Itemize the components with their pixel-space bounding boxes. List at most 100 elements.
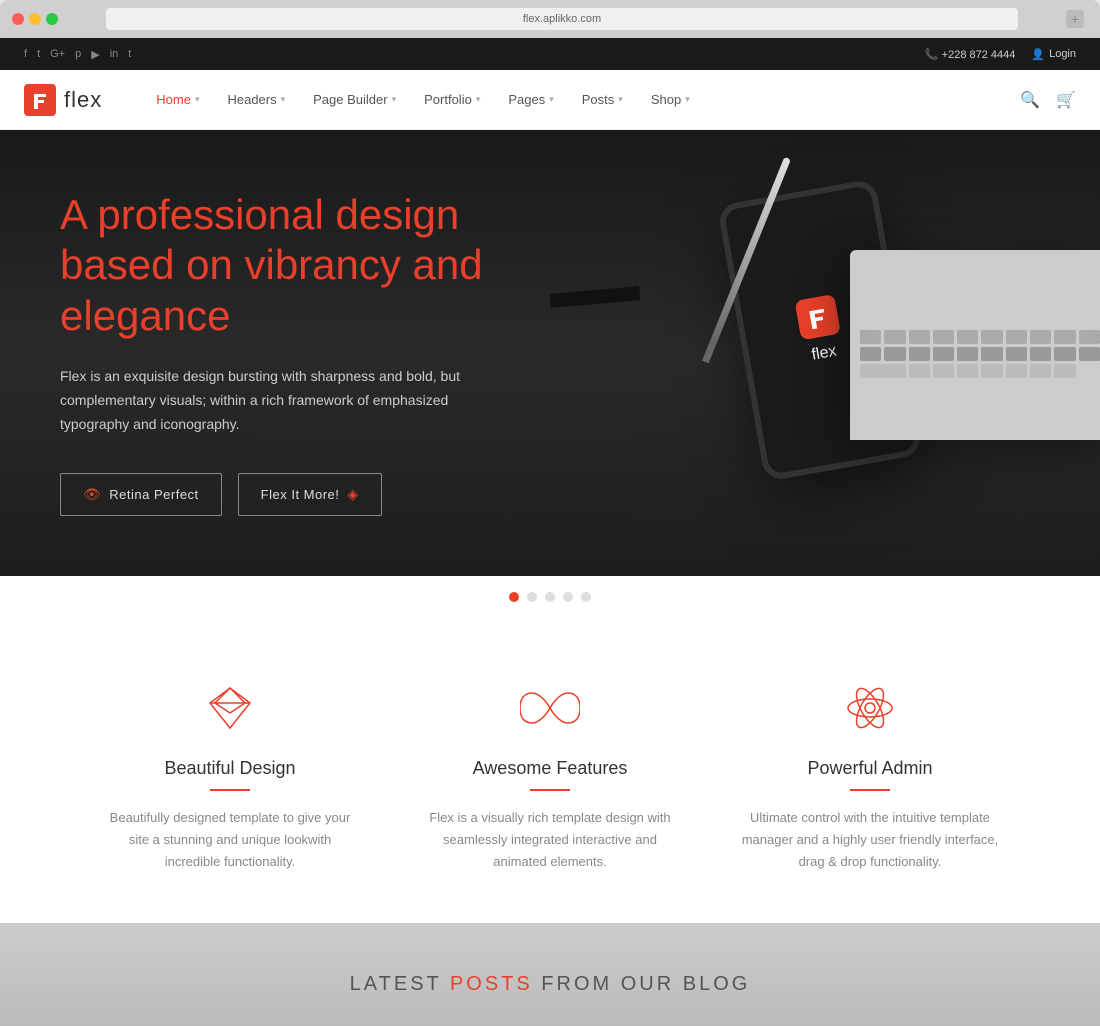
blog-title: LATEST POSTS FROM OUR BLOG xyxy=(40,973,1060,996)
key xyxy=(909,347,930,361)
feature-desc-features: Flex is a visually rich template design … xyxy=(420,807,680,873)
nav-item-portfolio[interactable]: Portfolio ▾ xyxy=(410,70,494,130)
search-icon[interactable]: 🔍 xyxy=(1020,90,1040,110)
flex-it-more-button[interactable]: Flex It More! ◈ xyxy=(238,473,382,516)
social-youtube[interactable]: ▶ xyxy=(91,48,99,61)
hero-visual: flex xyxy=(550,130,1100,576)
key xyxy=(933,330,954,344)
key xyxy=(1054,364,1075,378)
social-links: f t G+ p ▶ in t xyxy=(24,48,131,61)
laptop-mockup xyxy=(850,250,1100,440)
nav-item-home[interactable]: Home ▾ xyxy=(142,70,213,130)
key xyxy=(1006,347,1027,361)
nav-item-page-builder[interactable]: Page Builder ▾ xyxy=(299,70,410,130)
phone-number: 📞 +228 872 4444 xyxy=(925,48,1015,61)
nav-menu: Home ▾ Headers ▾ Page Builder ▾ Portfoli… xyxy=(142,70,1020,130)
slide-dot-1[interactable] xyxy=(509,592,519,602)
feature-title-admin: Powerful Admin xyxy=(740,758,1000,779)
diamond-feature-icon xyxy=(200,678,260,738)
key xyxy=(1030,347,1051,361)
key xyxy=(981,330,1002,344)
cart-icon[interactable]: 🛒 xyxy=(1056,90,1076,110)
feature-title-features: Awesome Features xyxy=(420,758,680,779)
slider-dots xyxy=(0,576,1100,618)
key xyxy=(909,330,930,344)
key xyxy=(957,330,978,344)
new-tab-button[interactable]: + xyxy=(1066,10,1084,28)
hero-buttons: 👁 Retina Perfect Flex It More! ◈ xyxy=(60,473,500,516)
dot-red[interactable] xyxy=(12,13,24,25)
key xyxy=(933,347,954,361)
key xyxy=(860,364,906,378)
social-pinterest[interactable]: p xyxy=(75,48,81,60)
diamond-icon: ◈ xyxy=(347,486,358,503)
feature-beautiful-design: Beautiful Design Beautifully designed te… xyxy=(70,678,390,873)
slide-dot-5[interactable] xyxy=(581,592,591,602)
key xyxy=(860,330,881,344)
nav-item-headers[interactable]: Headers ▾ xyxy=(213,70,299,130)
book-decoration xyxy=(550,286,641,308)
phone-logo-text: flex xyxy=(810,343,838,365)
nav-item-pages[interactable]: Pages ▾ xyxy=(494,70,567,130)
login-link[interactable]: 👤 Login xyxy=(1031,48,1076,61)
feature-underline-1 xyxy=(210,789,250,791)
feature-desc-design: Beautifully designed template to give yo… xyxy=(100,807,360,873)
feature-underline-2 xyxy=(530,789,570,791)
dot-green[interactable] xyxy=(46,13,58,25)
chevron-down-icon: ▾ xyxy=(195,94,200,105)
features-section: Beautiful Design Beautifully designed te… xyxy=(0,618,1100,923)
key xyxy=(1006,364,1027,378)
blog-title-highlight: POSTS xyxy=(450,973,533,995)
chevron-down-icon: ▾ xyxy=(685,94,690,105)
social-tumblr[interactable]: t xyxy=(128,48,131,60)
key xyxy=(1079,347,1100,361)
address-text: flex.aplikko.com xyxy=(523,13,601,25)
chevron-down-icon: ▾ xyxy=(476,94,481,105)
chevron-down-icon: ▾ xyxy=(549,94,554,105)
slide-dot-2[interactable] xyxy=(527,592,537,602)
browser-titlebar: flex.aplikko.com + xyxy=(0,8,1100,38)
top-bar-right: 📞 +228 872 4444 👤 Login xyxy=(925,48,1076,61)
hero-section: flex xyxy=(0,130,1100,576)
key xyxy=(1030,364,1051,378)
top-bar: f t G+ p ▶ in t 📞 +228 872 4444 👤 Login xyxy=(0,38,1100,70)
key xyxy=(957,364,978,378)
social-googleplus[interactable]: G+ xyxy=(50,48,65,60)
navbar: flex Home ▾ Headers ▾ Page Builder ▾ Por… xyxy=(0,70,1100,130)
chevron-down-icon: ▾ xyxy=(618,94,623,105)
social-facebook[interactable]: f xyxy=(24,48,27,60)
chevron-down-icon: ▾ xyxy=(281,94,286,105)
feature-underline-3 xyxy=(850,789,890,791)
nav-item-shop[interactable]: Shop ▾ xyxy=(637,70,704,130)
phone-logo-icon xyxy=(795,294,841,340)
key xyxy=(1054,347,1075,361)
feature-awesome-features: Awesome Features Flex is a visually rich… xyxy=(390,678,710,873)
key xyxy=(1006,330,1027,344)
logo-icon xyxy=(24,84,56,116)
social-linkedin[interactable]: in xyxy=(110,48,119,60)
browser-chrome: flex.aplikko.com + xyxy=(0,0,1100,38)
key xyxy=(1054,330,1075,344)
retina-perfect-button[interactable]: 👁 Retina Perfect xyxy=(60,473,222,516)
logo-text: flex xyxy=(64,87,102,113)
social-twitter[interactable]: t xyxy=(37,48,40,60)
nav-icons: 🔍 🛒 xyxy=(1020,90,1076,110)
address-bar[interactable]: flex.aplikko.com xyxy=(106,8,1018,30)
blog-section: LATEST POSTS FROM OUR BLOG xyxy=(0,923,1100,1026)
slide-dot-4[interactable] xyxy=(563,592,573,602)
key xyxy=(860,347,881,361)
browser-dots xyxy=(12,13,58,25)
key xyxy=(1079,330,1100,344)
key xyxy=(957,347,978,361)
chevron-down-icon: ▾ xyxy=(392,94,397,105)
feature-title-design: Beautiful Design xyxy=(100,758,360,779)
website-content: f t G+ p ▶ in t 📞 +228 872 4444 👤 Login xyxy=(0,38,1100,1026)
key xyxy=(909,364,930,378)
infinity-feature-icon xyxy=(520,678,580,738)
feature-powerful-admin: Powerful Admin Ultimate control with the… xyxy=(710,678,1030,873)
nav-item-posts[interactable]: Posts ▾ xyxy=(568,70,637,130)
dot-yellow[interactable] xyxy=(29,13,41,25)
logo[interactable]: flex xyxy=(24,84,102,116)
slide-dot-3[interactable] xyxy=(545,592,555,602)
key xyxy=(981,364,1002,378)
